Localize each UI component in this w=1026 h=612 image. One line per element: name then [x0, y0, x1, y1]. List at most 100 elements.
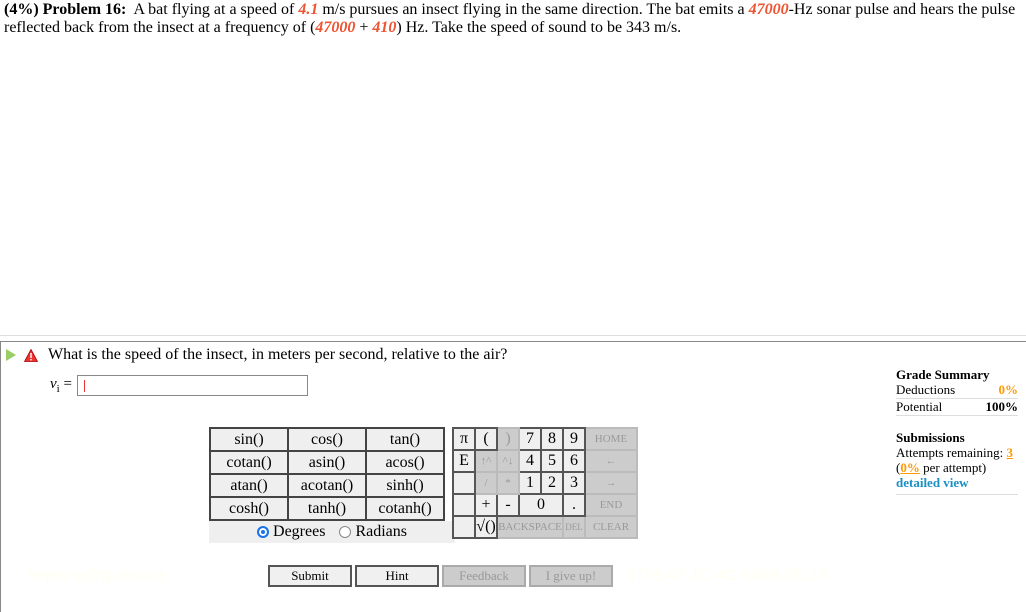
fn-atan-button[interactable]: atan() — [209, 473, 289, 498]
keypad: π ( ) 7 8 9 HOME E ↑^ ^↓ 4 5 6 ← / * 1 2… — [452, 427, 638, 539]
key-multiply[interactable]: * — [496, 471, 520, 495]
key-dot[interactable]: . — [562, 493, 586, 517]
attempts-remaining: Attempts remaining: 3 — [896, 445, 1018, 460]
answer-label: vi = — [50, 376, 72, 395]
function-pad: sin() cos() tan() cotan() asin() acos() … — [209, 427, 455, 543]
key-5[interactable]: 5 — [540, 449, 564, 473]
play-icon[interactable] — [6, 349, 16, 361]
key-blank — [452, 493, 476, 517]
key-2[interactable]: 2 — [540, 471, 564, 495]
key-minus[interactable]: - — [496, 493, 520, 517]
key-pi[interactable]: π — [452, 427, 476, 451]
key-blank — [452, 515, 476, 539]
hint-button[interactable]: Hint — [355, 565, 439, 587]
text-caret — [83, 380, 85, 392]
watermark-right: 5T98-47-1C-4C-8880-38113 — [626, 567, 827, 584]
key-power-down[interactable]: ^↓ — [496, 449, 520, 473]
key-divide[interactable]: / — [474, 471, 498, 495]
key-left-arrow[interactable]: ← — [584, 449, 638, 473]
fn-tan-button[interactable]: tan() — [365, 427, 445, 452]
problem-label: Problem 16: — [42, 1, 127, 18]
key-open-paren[interactable]: ( — [474, 427, 498, 451]
problem-text: ) Hz. Take the speed of sound to be 343 … — [396, 19, 682, 36]
key-1[interactable]: 1 — [518, 471, 542, 495]
per-attempt-value: 0% — [900, 460, 920, 475]
potential-label: Potential — [896, 399, 943, 414]
problem-text: m/s pursues an insect flying in the same… — [318, 1, 749, 18]
potential-value: 100% — [985, 399, 1019, 414]
answer-row: vi = — [50, 375, 308, 396]
radians-radio[interactable] — [339, 526, 352, 538]
key-blank — [452, 471, 476, 495]
attempts-label: Attempts remaining: — [896, 445, 1007, 460]
bat-speed-value: 4.1 — [298, 1, 319, 18]
radians-label[interactable]: Radians — [355, 523, 407, 541]
key-e[interactable]: E — [452, 449, 476, 473]
key-plus[interactable]: + — [474, 493, 498, 517]
detailed-view-link[interactable]: detailed view — [896, 475, 1018, 490]
emit-frequency-value: 47000 — [748, 1, 789, 18]
key-0[interactable]: 0 — [518, 493, 564, 517]
grade-summary: Grade Summary Deductions 0% Potential 10… — [896, 367, 1018, 495]
divider — [896, 490, 1018, 495]
fn-acos-button[interactable]: acos() — [365, 450, 445, 475]
problem-text: A bat flying at a speed of — [133, 1, 299, 18]
fn-sin-button[interactable]: sin() — [209, 427, 289, 452]
key-backspace[interactable]: BACKSPACE — [496, 515, 564, 539]
per-attempt-text: per attempt) — [919, 460, 987, 475]
question-text: What is the speed of the insect, in mete… — [48, 346, 508, 363]
give-up-button[interactable]: I give up! — [529, 565, 613, 587]
key-clear[interactable]: CLEAR — [584, 515, 638, 539]
warning-icon — [24, 348, 38, 362]
key-del[interactable]: DEL — [562, 515, 586, 539]
problem-text: + — [355, 19, 373, 36]
submissions-title: Submissions — [896, 430, 965, 445]
reflected-delta-value: 410 — [372, 19, 397, 36]
question-row: What is the speed of the insect, in mete… — [6, 346, 507, 364]
fn-cotan-button[interactable]: cotan() — [209, 450, 289, 475]
fn-cosh-button[interactable]: cosh() — [209, 496, 289, 521]
answer-equals: = — [59, 376, 72, 392]
angle-mode: Degrees Radians — [209, 521, 455, 543]
potential-row: Potential 100% — [896, 399, 1018, 416]
key-up-power[interactable]: ↑^ — [474, 449, 498, 473]
degrees-radio[interactable] — [257, 526, 270, 538]
problem-weight: (4%) — [4, 1, 39, 18]
divider — [0, 335, 1026, 336]
deductions-value: 0% — [998, 382, 1019, 397]
fn-acotan-button[interactable]: acotan() — [287, 473, 367, 498]
feedback-button[interactable]: Feedback — [442, 565, 526, 587]
deductions-row: Deductions 0% — [896, 382, 1018, 399]
deductions-label: Deductions — [896, 382, 956, 397]
action-buttons: Submit Hint Feedback I give up! — [268, 565, 613, 587]
fn-asin-button[interactable]: asin() — [287, 450, 367, 475]
answer-var: v — [50, 376, 57, 392]
key-4[interactable]: 4 — [518, 449, 542, 473]
key-9[interactable]: 9 — [562, 427, 586, 451]
problem-statement: (4%) Problem 16: A bat flying at a speed… — [4, 1, 1024, 37]
degrees-label[interactable]: Degrees — [273, 523, 325, 541]
function-table: sin() cos() tan() cotan() asin() acos() … — [209, 427, 445, 521]
key-right-arrow[interactable]: → — [584, 471, 638, 495]
watermark-left: hejeung@g.sestina — [28, 567, 166, 584]
key-6[interactable]: 6 — [562, 449, 586, 473]
keypad-table: π ( ) 7 8 9 HOME E ↑^ ^↓ 4 5 6 ← / * 1 2… — [452, 427, 638, 539]
attempts-value: 3 — [1006, 445, 1013, 460]
fn-sinh-button[interactable]: sinh() — [365, 473, 445, 498]
key-end[interactable]: END — [584, 493, 638, 517]
fn-cotanh-button[interactable]: cotanh() — [365, 496, 445, 521]
per-attempt: (0% per attempt) — [896, 460, 1018, 475]
submissions-block: Submissions Attempts remaining: 3 (0% pe… — [896, 430, 1018, 495]
grade-summary-title: Grade Summary — [896, 367, 990, 382]
answer-input[interactable] — [76, 375, 308, 396]
key-close-paren[interactable]: ) — [496, 427, 520, 451]
fn-cos-button[interactable]: cos() — [287, 427, 367, 452]
key-7[interactable]: 7 — [518, 427, 542, 451]
fn-tanh-button[interactable]: tanh() — [287, 496, 367, 521]
key-home[interactable]: HOME — [584, 427, 638, 451]
reflected-base-value: 47000 — [315, 19, 356, 36]
submit-button[interactable]: Submit — [268, 565, 352, 587]
key-3[interactable]: 3 — [562, 471, 586, 495]
key-8[interactable]: 8 — [540, 427, 564, 451]
key-sqrt[interactable]: √() — [474, 515, 498, 539]
